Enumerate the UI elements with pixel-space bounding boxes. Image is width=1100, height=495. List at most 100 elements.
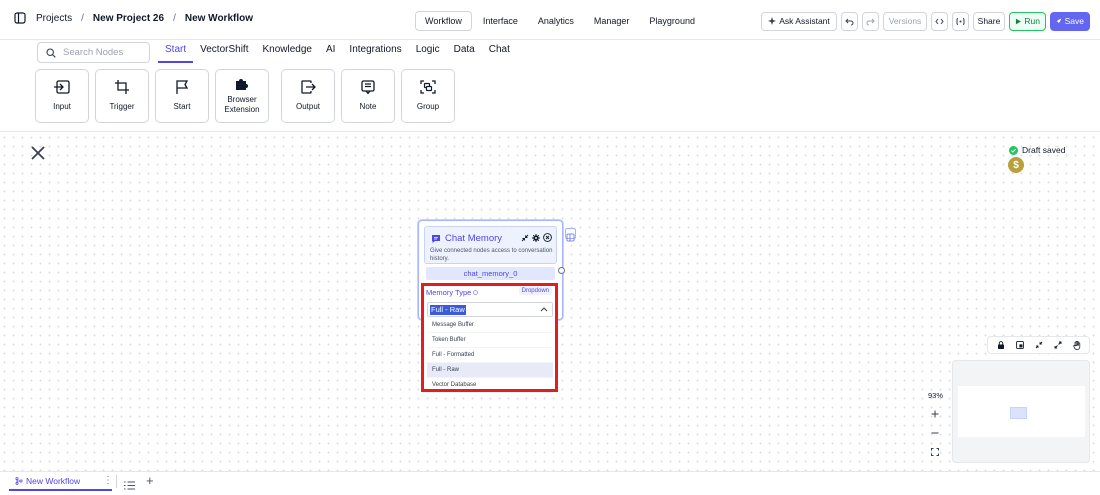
more-vertical-icon[interactable]: ⋮ — [103, 475, 113, 486]
selected-value: Full - Raw — [430, 305, 466, 315]
memory-type-dropdown-panel: Memory Type Dropdown Full - Raw Message … — [421, 283, 558, 393]
breadcrumb-separator: / — [81, 12, 84, 24]
zoom-in-button[interactable] — [928, 407, 942, 421]
gear-icon[interactable] — [532, 233, 540, 242]
breadcrumb-separator: / — [173, 12, 176, 24]
collapse-icon[interactable] — [521, 234, 529, 242]
tab-interface[interactable]: Interface — [474, 12, 527, 30]
breadcrumb-workflow[interactable]: New Workflow — [185, 13, 253, 24]
node-tile-note[interactable]: Note — [341, 69, 395, 123]
puzzle-icon — [236, 79, 248, 91]
crop-icon — [115, 80, 129, 95]
sidebar-toggle-icon[interactable] — [14, 12, 26, 24]
fit-view-button[interactable] — [928, 445, 942, 459]
collapse-arrows-icon[interactable] — [1035, 341, 1043, 349]
option-message-buffer[interactable]: Message Buffer — [427, 318, 553, 333]
share-button[interactable]: Share — [973, 11, 1005, 31]
expand-arrows-icon[interactable] — [1054, 341, 1062, 349]
undo-button[interactable] — [841, 11, 858, 31]
save-button[interactable]: Save — [1050, 11, 1090, 31]
tab-chat[interactable]: Chat — [482, 44, 517, 63]
hand-icon[interactable] — [1072, 340, 1081, 350]
note-icon — [361, 80, 375, 95]
node-id-field[interactable]: chat_memory_0 — [426, 267, 555, 280]
credits-icon[interactable]: $ — [1008, 157, 1024, 173]
search-input[interactable]: Search Nodes — [37, 42, 150, 63]
node-tile-input[interactable]: Input — [35, 69, 89, 123]
redo-icon — [866, 18, 875, 25]
node-tile-label: Input — [53, 102, 71, 112]
variables-icon — [956, 17, 965, 25]
tab-workflow[interactable]: Workflow — [415, 11, 472, 31]
list-icon[interactable] — [124, 477, 135, 495]
option-full-formatted[interactable]: Full - Formatted — [427, 348, 553, 363]
node-tile-label: Trigger — [109, 102, 135, 112]
field-type-badge: Dropdown — [518, 287, 552, 295]
close-icon[interactable] — [30, 145, 46, 161]
memory-type-label-text: Memory Type — [426, 288, 472, 297]
node-tiles: Input Trigger Start Browser Extension Ou… — [35, 69, 461, 123]
redo-button[interactable] — [862, 11, 879, 31]
node-tile-group[interactable]: Group — [401, 69, 455, 123]
node-tile-start[interactable]: Start — [155, 69, 209, 123]
ask-assistant-button[interactable]: Ask Assistant — [761, 11, 837, 31]
search-placeholder: Search Nodes — [63, 47, 124, 58]
code-button[interactable] — [931, 11, 948, 31]
memory-type-select[interactable]: Full - Raw — [427, 302, 553, 317]
workflow-tab[interactable]: New Workflow — [9, 472, 112, 491]
close-icon[interactable] — [543, 233, 552, 242]
option-token-buffer[interactable]: Token Buffer — [427, 333, 553, 348]
minus-icon — [931, 432, 939, 434]
sparkle-icon — [768, 17, 777, 25]
node-tile-label: Start — [173, 102, 191, 112]
draft-status: Draft saved — [1009, 145, 1065, 155]
node-tile-trigger[interactable]: Trigger — [95, 69, 149, 123]
output-handle[interactable] — [558, 267, 565, 274]
flag-icon — [176, 80, 189, 95]
node-panel-toggle[interactable] — [565, 228, 576, 242]
versions-button[interactable]: Versions — [883, 11, 927, 31]
tab-logic[interactable]: Logic — [409, 44, 447, 63]
tab-knowledge[interactable]: Knowledge — [255, 44, 318, 63]
output-icon — [301, 80, 316, 94]
breadcrumb-projects[interactable]: Projects — [36, 13, 72, 24]
input-icon — [54, 80, 70, 94]
node-header: Chat Memory Give connected nodes access … — [424, 226, 557, 264]
canvas-tools — [987, 336, 1090, 354]
node-tile-output[interactable]: Output — [281, 69, 335, 123]
ask-assistant-label: Ask Assistant — [779, 16, 830, 26]
run-button[interactable]: Run — [1009, 11, 1046, 31]
code-icon — [935, 18, 944, 24]
option-vector-database[interactable]: Vector Database — [427, 378, 553, 393]
chat-icon — [432, 234, 440, 243]
tab-vectorshift[interactable]: VectorShift — [193, 44, 255, 63]
add-tab-icon[interactable]: + — [146, 473, 154, 488]
tab-data[interactable]: Data — [447, 44, 482, 63]
draft-saved-text: Draft saved — [1022, 145, 1066, 155]
tab-manager[interactable]: Manager — [585, 12, 639, 30]
tab-analytics[interactable]: Analytics — [529, 12, 583, 30]
lock-icon[interactable] — [997, 341, 1005, 349]
tab-integrations[interactable]: Integrations — [342, 44, 408, 63]
tab-playground[interactable]: Playground — [640, 12, 704, 30]
breadcrumb: Projects / New Project 26 / New Workflow — [14, 12, 253, 24]
breadcrumb-project[interactable]: New Project 26 — [93, 13, 164, 24]
tab-ai[interactable]: AI — [319, 44, 342, 63]
header-actions: Ask Assistant Versions Share Run Save — [761, 11, 1090, 31]
minimap[interactable] — [952, 360, 1090, 463]
play-icon — [1015, 18, 1021, 24]
node-tile-browser-extension[interactable]: Browser Extension — [215, 69, 269, 123]
minimap-toggle-icon[interactable] — [1015, 341, 1024, 349]
minimap-viewport — [958, 386, 1085, 437]
workflow-tab-bar: New Workflow ⋮ + — [0, 471, 1100, 491]
variables-button[interactable] — [952, 11, 969, 31]
node-description: Give connected nodes access to conversat… — [430, 248, 553, 263]
node-tile-label: Note — [359, 102, 377, 112]
zoom-out-button[interactable] — [928, 426, 942, 440]
panel-icon — [566, 233, 575, 242]
option-full-raw[interactable]: Full - Raw — [427, 363, 553, 378]
node-tools — [521, 233, 552, 242]
undo-icon — [845, 18, 854, 25]
chevron-up-icon — [540, 307, 548, 312]
tab-start[interactable]: Start — [158, 44, 194, 63]
